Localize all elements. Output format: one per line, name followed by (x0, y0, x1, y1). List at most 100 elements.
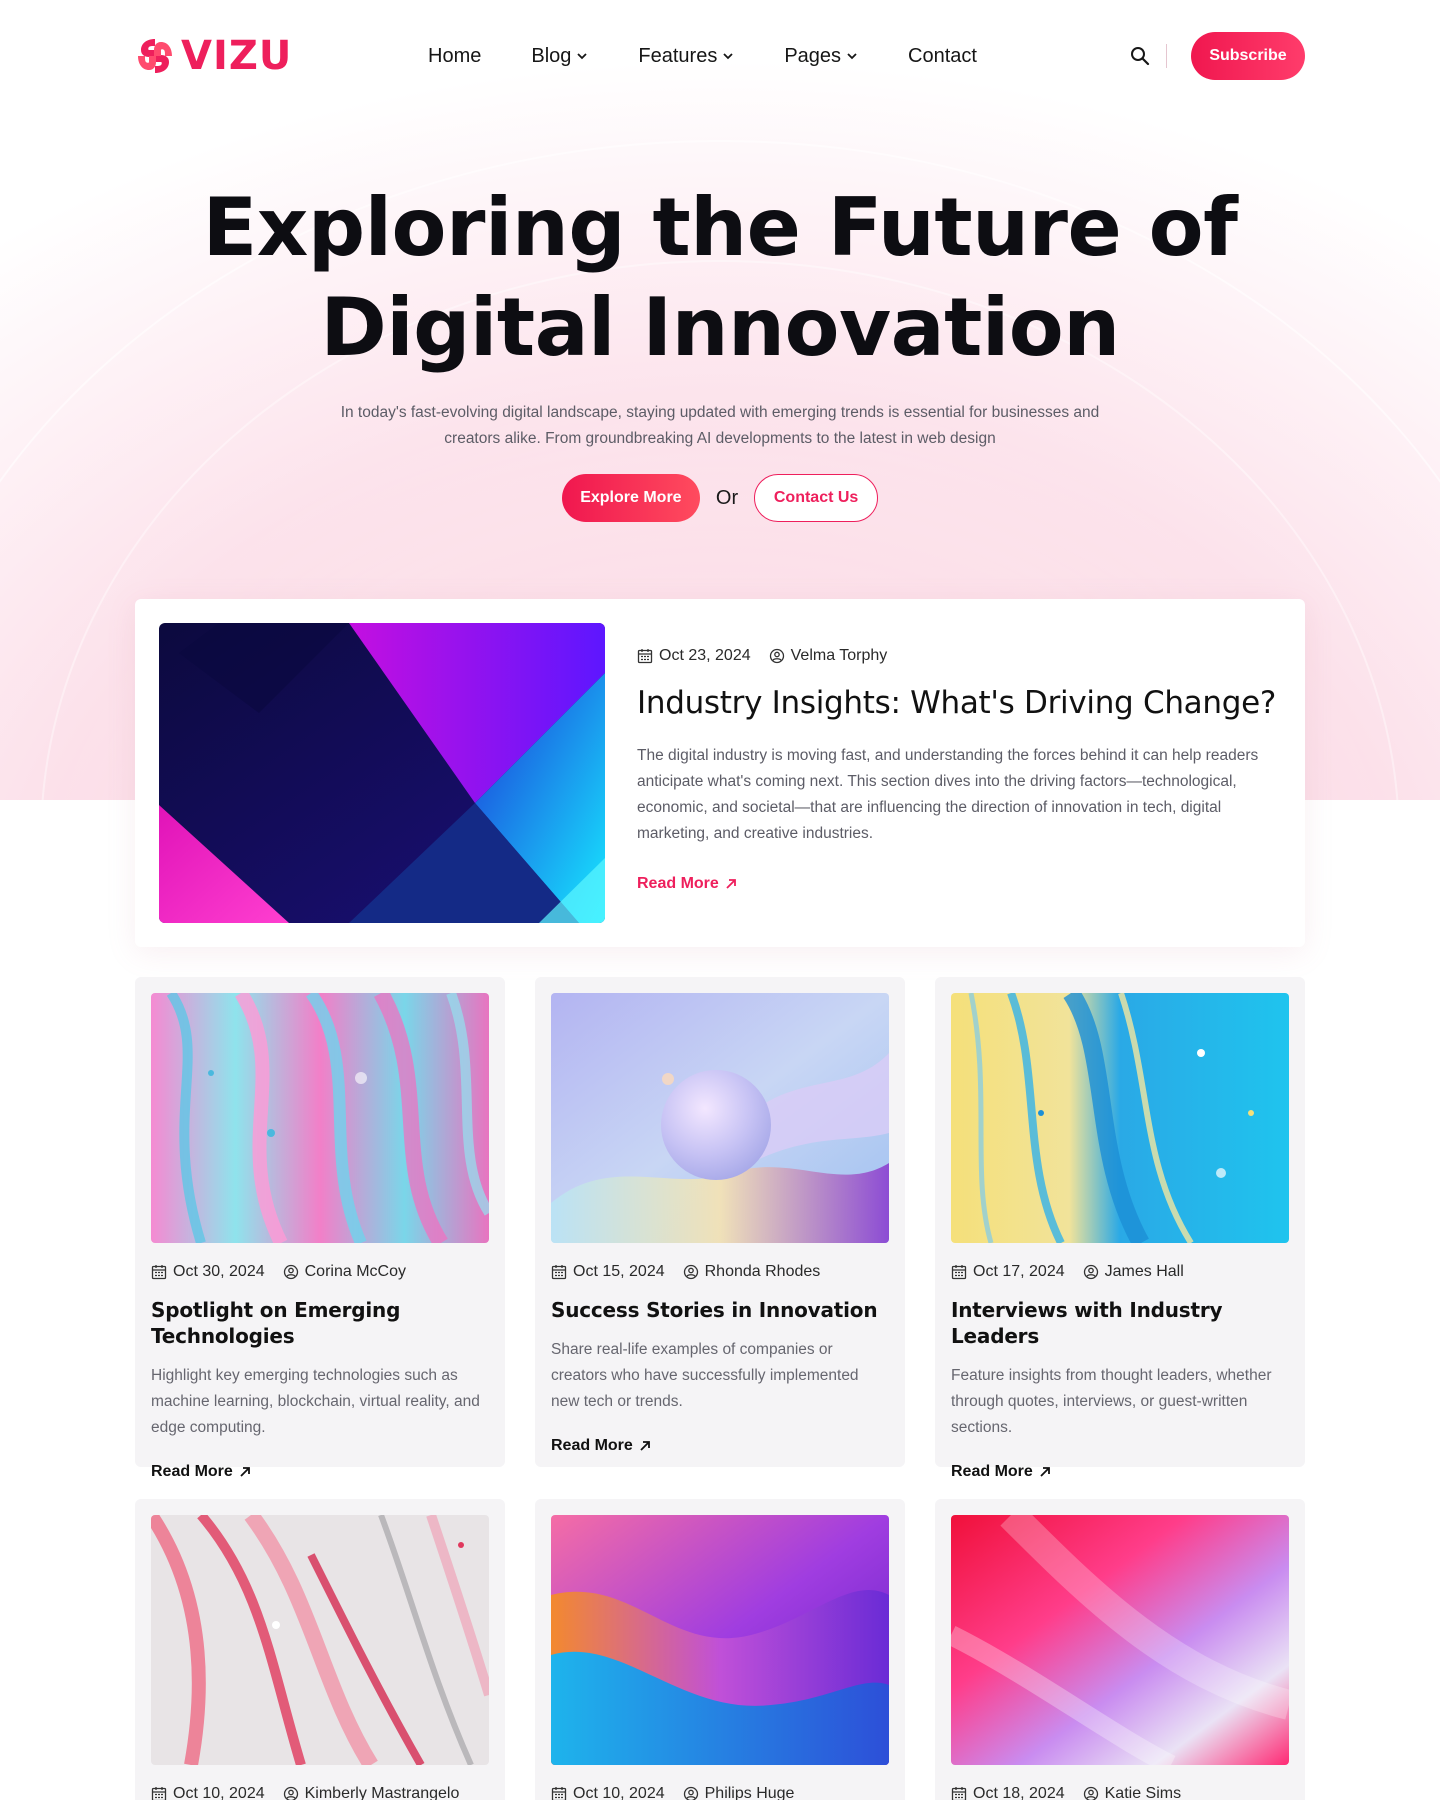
read-more-link[interactable]: Read More (151, 1463, 251, 1481)
post-card: Oct 18, 2024 Katie Sims (935, 1499, 1305, 1800)
post-image[interactable] (951, 1515, 1289, 1765)
hero-actions: Explore More Or Contact Us (0, 474, 1440, 522)
post-date: Oct 10, 2024 (551, 1785, 665, 1800)
nav-home[interactable]: Home (428, 45, 481, 68)
post-title[interactable]: Interviews with Industry Leaders (951, 1297, 1289, 1349)
post-image[interactable] (151, 993, 489, 1243)
calendar-icon (151, 1787, 167, 1800)
nav-label: Contact (908, 44, 977, 67)
read-more-link[interactable]: Read More (551, 1437, 651, 1455)
post-image[interactable] (951, 993, 1289, 1243)
post-excerpt: Highlight key emerging technologies such… (151, 1367, 480, 1436)
calendar-icon (551, 1265, 567, 1280)
post-author[interactable]: Velma Torphy (769, 647, 888, 665)
arrow-up-right-icon (240, 1467, 250, 1477)
nav-contact[interactable]: Contact (908, 45, 977, 68)
nav-features[interactable]: Features (638, 45, 734, 68)
featured-image[interactable] (159, 623, 605, 923)
post-title[interactable]: Spotlight on Emerging Technologies (151, 1297, 489, 1349)
chevron-down-icon (723, 53, 733, 60)
read-more-label: Read More (637, 875, 719, 892)
user-icon (683, 1786, 698, 1800)
featured-abstract-image (159, 623, 605, 923)
hero-title: Exploring the Future of Digital Innovati… (0, 178, 1440, 378)
post-author-text: James Hall (1104, 1263, 1184, 1280)
post-date: Oct 10, 2024 (151, 1785, 265, 1800)
calendar-icon (951, 1265, 967, 1280)
user-icon (1083, 1264, 1098, 1280)
post-title[interactable]: Success Stories in Innovation (551, 1297, 889, 1323)
post-date-text: Oct 30, 2024 (173, 1263, 265, 1280)
post-date: Oct 30, 2024 (151, 1263, 265, 1281)
nav-label: Home (428, 44, 482, 67)
post-author-text: Corina McCoy (304, 1263, 406, 1280)
post-card: Oct 10, 2024 Kimberly Mastrangelo (135, 1499, 505, 1800)
explore-more-button[interactable]: Explore More (561, 474, 700, 522)
post-author-text: Velma Torphy (790, 647, 888, 664)
calendar-icon (951, 1787, 967, 1800)
post-author[interactable]: Corina McCoy (283, 1263, 406, 1281)
post-excerpt: Share real-life examples of companies or… (551, 1341, 859, 1410)
nav-actions: Subscribe (1128, 32, 1305, 80)
post-date: Oct 15, 2024 (551, 1263, 665, 1281)
post-meta: Oct 18, 2024 Katie Sims (951, 1785, 1289, 1800)
post-image[interactable] (151, 1515, 489, 1765)
purple-blue-waves-image (551, 1515, 889, 1765)
post-excerpt: Feature insights from thought leaders, w… (951, 1367, 1272, 1436)
post-author[interactable]: Kimberly Mastrangelo (283, 1785, 459, 1800)
post-date-text: Oct 10, 2024 (573, 1785, 665, 1800)
hero-section: Exploring the Future of Digital Innovati… (0, 178, 1440, 522)
user-icon (283, 1264, 298, 1280)
user-icon (769, 648, 784, 664)
read-more-label: Read More (551, 1437, 633, 1454)
red-violet-gradient-image (951, 1515, 1289, 1765)
read-more-link[interactable]: Read More (951, 1463, 1051, 1481)
chevron-down-icon (577, 53, 588, 60)
nav-pages[interactable]: Pages (784, 45, 858, 68)
nav-label: Pages (784, 44, 842, 67)
subscribe-button[interactable]: Subscribe (1191, 32, 1305, 80)
post-date-text: Oct 10, 2024 (173, 1785, 265, 1800)
hero-title-line: Digital Innovation (320, 281, 1120, 374)
hero-title-line: Exploring the Future of (202, 181, 1238, 274)
featured-post: Oct 23, 2024 Velma Torphy Industry Insig… (135, 599, 1305, 947)
post-author[interactable]: Rhonda Rhodes (683, 1263, 820, 1281)
user-icon (283, 1786, 298, 1800)
post-card: Oct 10, 2024 Philips Huge (535, 1499, 905, 1800)
or-text: Or (715, 486, 739, 509)
logo-mark-icon (138, 39, 172, 73)
nav-blog[interactable]: Blog (531, 45, 588, 68)
featured-excerpt: The digital industry is moving fast, and… (637, 747, 1259, 842)
post-date-text: Oct 17, 2024 (973, 1263, 1065, 1280)
post-author[interactable]: James Hall (1083, 1263, 1184, 1281)
post-date-text: Oct 23, 2024 (659, 647, 751, 664)
user-icon (683, 1264, 698, 1280)
arrow-up-right-icon (640, 1441, 650, 1451)
post-author[interactable]: Philips Huge (683, 1785, 794, 1800)
nav-label: Features (638, 44, 718, 67)
post-meta: Oct 15, 2024 Rhonda Rhodes (551, 1263, 889, 1281)
read-more-label: Read More (151, 1463, 233, 1480)
search-button[interactable] (1128, 44, 1152, 68)
featured-title[interactable]: Industry Insights: What's Driving Change… (637, 683, 1277, 723)
post-card: Oct 15, 2024 Rhonda Rhodes Success Stori… (535, 977, 905, 1467)
calendar-icon (637, 649, 653, 664)
post-meta: Oct 17, 2024 James Hall (951, 1263, 1289, 1281)
post-image[interactable] (551, 1515, 889, 1765)
red-marble-image (151, 1515, 489, 1765)
post-date: Oct 23, 2024 (637, 647, 751, 665)
logo[interactable]: VIZU (135, 33, 292, 79)
post-date-text: Oct 18, 2024 (973, 1785, 1065, 1800)
post-meta: Oct 30, 2024 Corina McCoy (151, 1263, 489, 1281)
pink-fluid-art-image (151, 993, 489, 1243)
calendar-icon (551, 1787, 567, 1800)
featured-read-more-link[interactable]: Read More (637, 875, 737, 893)
contact-us-button[interactable]: Contact Us (754, 474, 879, 522)
pastel-sphere-image (551, 993, 889, 1243)
nav-divider (1166, 44, 1167, 68)
user-icon (1083, 1786, 1098, 1800)
post-image[interactable] (551, 993, 889, 1243)
post-card: Oct 17, 2024 James Hall Interviews with … (935, 977, 1305, 1480)
main-menu: Home Blog Features Pages Contact (428, 32, 977, 80)
post-author[interactable]: Katie Sims (1083, 1785, 1181, 1800)
